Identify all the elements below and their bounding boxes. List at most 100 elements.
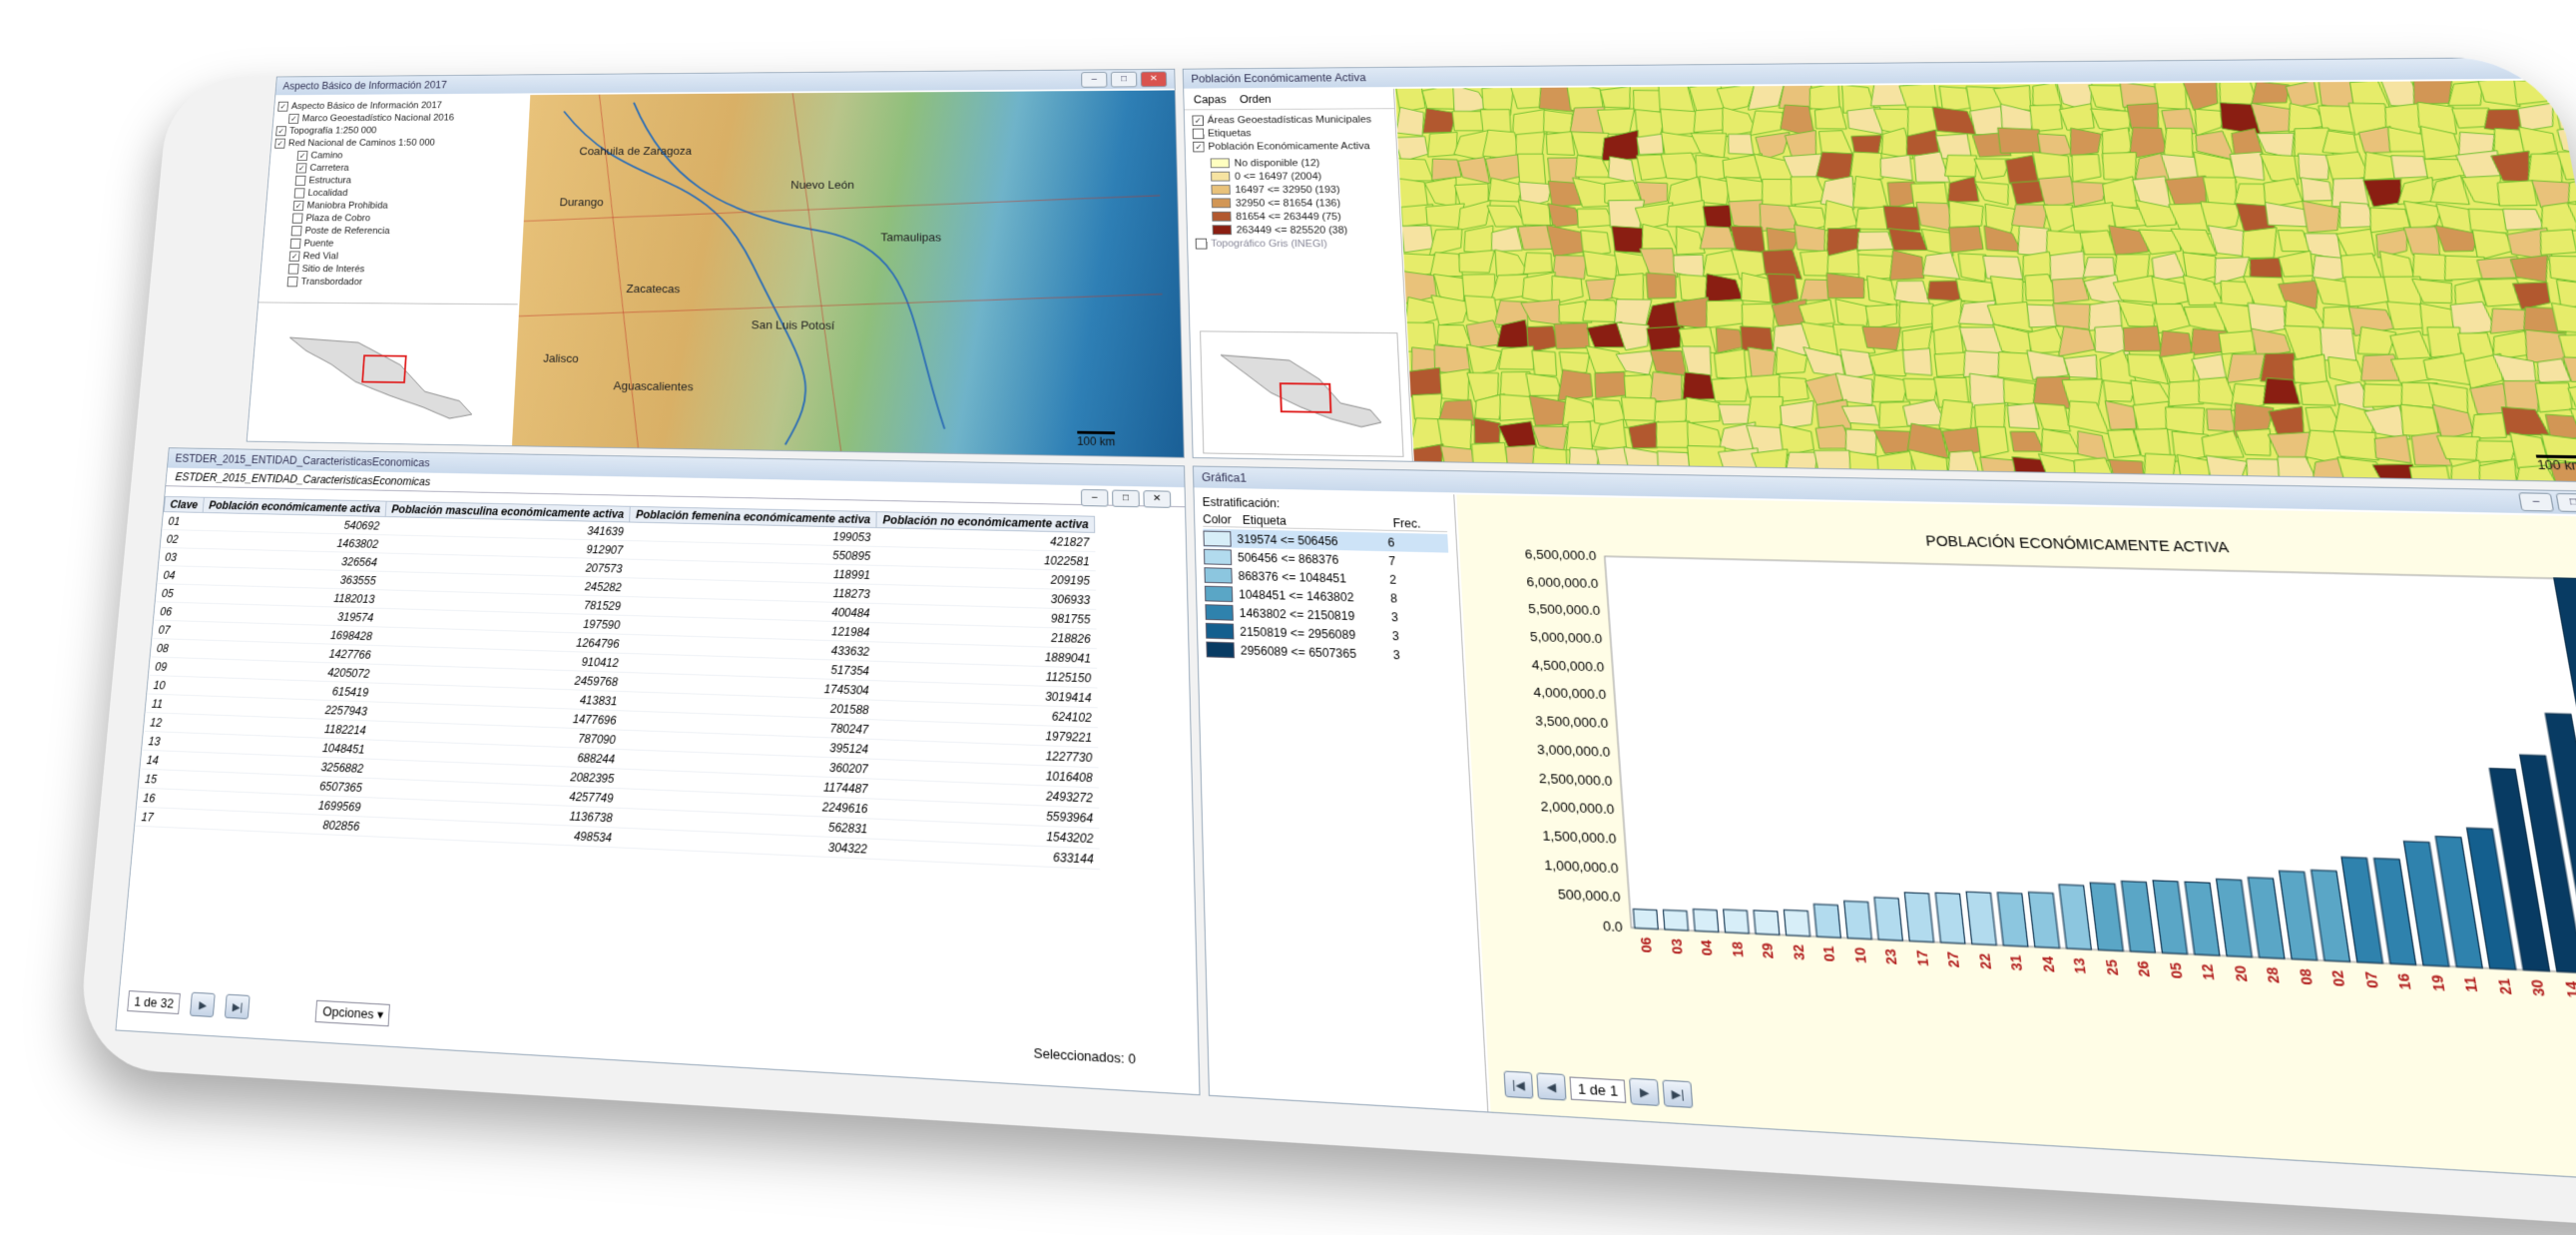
bar[interactable] bbox=[1844, 901, 1872, 938]
layer-label: Población Económicamente Activa bbox=[1208, 140, 1370, 152]
column-header[interactable]: Clave bbox=[164, 496, 205, 513]
base-layer-checkbox[interactable] bbox=[1195, 238, 1208, 250]
layer-row[interactable]: Transbordador bbox=[263, 275, 523, 289]
maximize-button[interactable]: □ bbox=[1110, 71, 1138, 88]
layer-checkbox[interactable] bbox=[293, 188, 305, 199]
layer-row[interactable]: ✓ Camino bbox=[273, 149, 529, 162]
strat-label: 868376 <= 1048451 bbox=[1238, 568, 1347, 585]
next-page-button[interactable]: ▶ bbox=[190, 991, 217, 1018]
first-page-button[interactable]: |◀ bbox=[1503, 1070, 1534, 1099]
bar[interactable] bbox=[1904, 893, 1933, 942]
class-label: No disponible (12) bbox=[1234, 157, 1320, 169]
bar[interactable] bbox=[1633, 909, 1658, 928]
layer-checkbox[interactable] bbox=[1192, 128, 1205, 139]
last-page-button[interactable]: ▶| bbox=[1662, 1079, 1694, 1109]
x-tick-label: 30 bbox=[2528, 979, 2548, 996]
tab-capas[interactable]: Capas bbox=[1194, 94, 1227, 106]
municipality-polygon bbox=[2140, 453, 2181, 482]
minimize-button[interactable]: – bbox=[2518, 492, 2555, 512]
layer-checkbox[interactable] bbox=[291, 213, 303, 224]
layer-checkbox[interactable]: ✓ bbox=[287, 113, 299, 124]
municipality-polygon bbox=[2495, 181, 2538, 206]
overview-mexico-icon bbox=[248, 303, 518, 446]
chart-window-title: Gráfica1 bbox=[1201, 470, 1248, 485]
layer-row[interactable]: ✓ Topografía 1:250 000 bbox=[275, 123, 530, 137]
municipality-polygon bbox=[2512, 80, 2548, 104]
right-overview-map bbox=[1200, 330, 1404, 457]
layer-checkbox[interactable]: ✓ bbox=[274, 138, 286, 149]
options-dropdown[interactable]: Opciones ▾ bbox=[314, 999, 391, 1027]
layer-checkbox[interactable] bbox=[287, 263, 299, 275]
layer-row[interactable]: ✓ Red Vial bbox=[265, 250, 524, 264]
minimize-button[interactable]: – bbox=[1080, 488, 1109, 507]
layer-checkbox[interactable]: ✓ bbox=[296, 150, 308, 161]
layer-checkbox[interactable]: ✓ bbox=[295, 163, 307, 174]
close-button[interactable]: ✕ bbox=[1143, 490, 1172, 508]
municipality-polygon bbox=[2151, 253, 2186, 282]
base-layer-row[interactable]: Topográfico Gris (INEGI) bbox=[1195, 237, 1394, 251]
layer-checkbox[interactable] bbox=[290, 225, 302, 236]
bar[interactable] bbox=[1724, 910, 1750, 933]
municipality-polygon bbox=[1767, 274, 1799, 306]
y-tick-label: 2,000,000.0 bbox=[1540, 800, 1615, 818]
map-place-label: Zacatecas bbox=[626, 282, 681, 296]
last-page-button[interactable]: ▶| bbox=[225, 993, 251, 1020]
map-place-label: Durango bbox=[559, 195, 604, 209]
layer-row[interactable]: Poste de Referencia bbox=[267, 224, 525, 237]
right-choropleth-map[interactable]: 100 km bbox=[1394, 80, 2576, 482]
next-page-button[interactable]: ▶ bbox=[1629, 1077, 1661, 1107]
municipality-polygon bbox=[2268, 406, 2307, 436]
municipality-polygon bbox=[1692, 109, 1726, 133]
maximize-button[interactable]: □ bbox=[1112, 489, 1140, 508]
municipality-polygon bbox=[1945, 450, 1981, 479]
layer-checkbox[interactable]: ✓ bbox=[292, 200, 304, 211]
bar[interactable] bbox=[1966, 892, 1996, 944]
prev-page-button[interactable]: ◀ bbox=[1536, 1072, 1567, 1101]
bar[interactable] bbox=[1693, 910, 1718, 932]
layer-checkbox[interactable]: ✓ bbox=[1193, 141, 1205, 152]
bar[interactable] bbox=[1754, 911, 1780, 935]
municipality-polygon bbox=[1547, 225, 1585, 257]
bar[interactable] bbox=[1935, 893, 1965, 943]
layer-checkbox[interactable]: ✓ bbox=[1192, 115, 1205, 126]
layer-row[interactable]: ✓ Carretera bbox=[272, 161, 529, 174]
municipality-polygon bbox=[1956, 279, 1995, 304]
layer-row[interactable]: ✓ Maniobra Prohibida bbox=[269, 199, 527, 212]
left-topographic-map[interactable]: Coahuila de Zaragoza Nuevo León Durango Tam… bbox=[511, 90, 1184, 457]
municipality-polygon bbox=[1426, 132, 1458, 157]
layer-checkbox[interactable] bbox=[286, 276, 298, 287]
layer-row[interactable]: Localidad bbox=[270, 187, 527, 200]
y-tick-label: 6,500,000.0 bbox=[1524, 547, 1596, 563]
layer-checkbox[interactable] bbox=[289, 238, 301, 249]
layer-checkbox[interactable]: ✓ bbox=[275, 125, 287, 136]
bar[interactable] bbox=[1784, 910, 1809, 935]
table-cell: 07 bbox=[152, 620, 194, 640]
minimize-button[interactable]: – bbox=[1081, 71, 1108, 88]
layer-row[interactable]: ✓ Áreas Geoestadísticas Municipales bbox=[1192, 113, 1387, 127]
layer-row[interactable]: Puente bbox=[266, 237, 525, 251]
x-tick-label: 03 bbox=[1669, 938, 1686, 954]
class-label: 0 <= 16497 (2004) bbox=[1234, 171, 1322, 182]
tab-orden[interactable]: Orden bbox=[1240, 93, 1272, 105]
layer-row[interactable]: Estructura bbox=[271, 174, 528, 187]
table-cell: 17 bbox=[135, 807, 178, 828]
layer-row[interactable]: Plaza de Cobro bbox=[268, 212, 526, 225]
municipality-polygon bbox=[1749, 111, 1786, 136]
layer-row[interactable]: ✓ Población Económicamente Activa bbox=[1193, 139, 1388, 153]
municipality-polygon bbox=[2006, 402, 2039, 428]
layer-checkbox[interactable] bbox=[294, 175, 306, 186]
bar[interactable] bbox=[1874, 898, 1902, 940]
municipality-polygon bbox=[2101, 153, 2141, 180]
layer-label: Puente bbox=[303, 238, 334, 249]
bar[interactable] bbox=[1663, 910, 1688, 930]
layer-checkbox[interactable]: ✓ bbox=[288, 251, 300, 262]
layer-row[interactable]: ✓ Red Nacional de Caminos 1:50 000 bbox=[274, 136, 530, 149]
municipality-polygon bbox=[1865, 305, 1899, 329]
close-button[interactable]: ✕ bbox=[1140, 71, 1168, 88]
x-tick-label: 14 bbox=[2562, 980, 2576, 998]
maximize-button[interactable]: □ bbox=[2555, 492, 2576, 513]
bar[interactable] bbox=[1813, 905, 1840, 938]
layer-checkbox[interactable]: ✓ bbox=[277, 101, 289, 112]
right-layer-panel: Capas Orden ✓ Áreas Geoestadísticas Munic… bbox=[1184, 88, 1413, 461]
layer-row[interactable]: Etiquetas bbox=[1192, 126, 1388, 140]
